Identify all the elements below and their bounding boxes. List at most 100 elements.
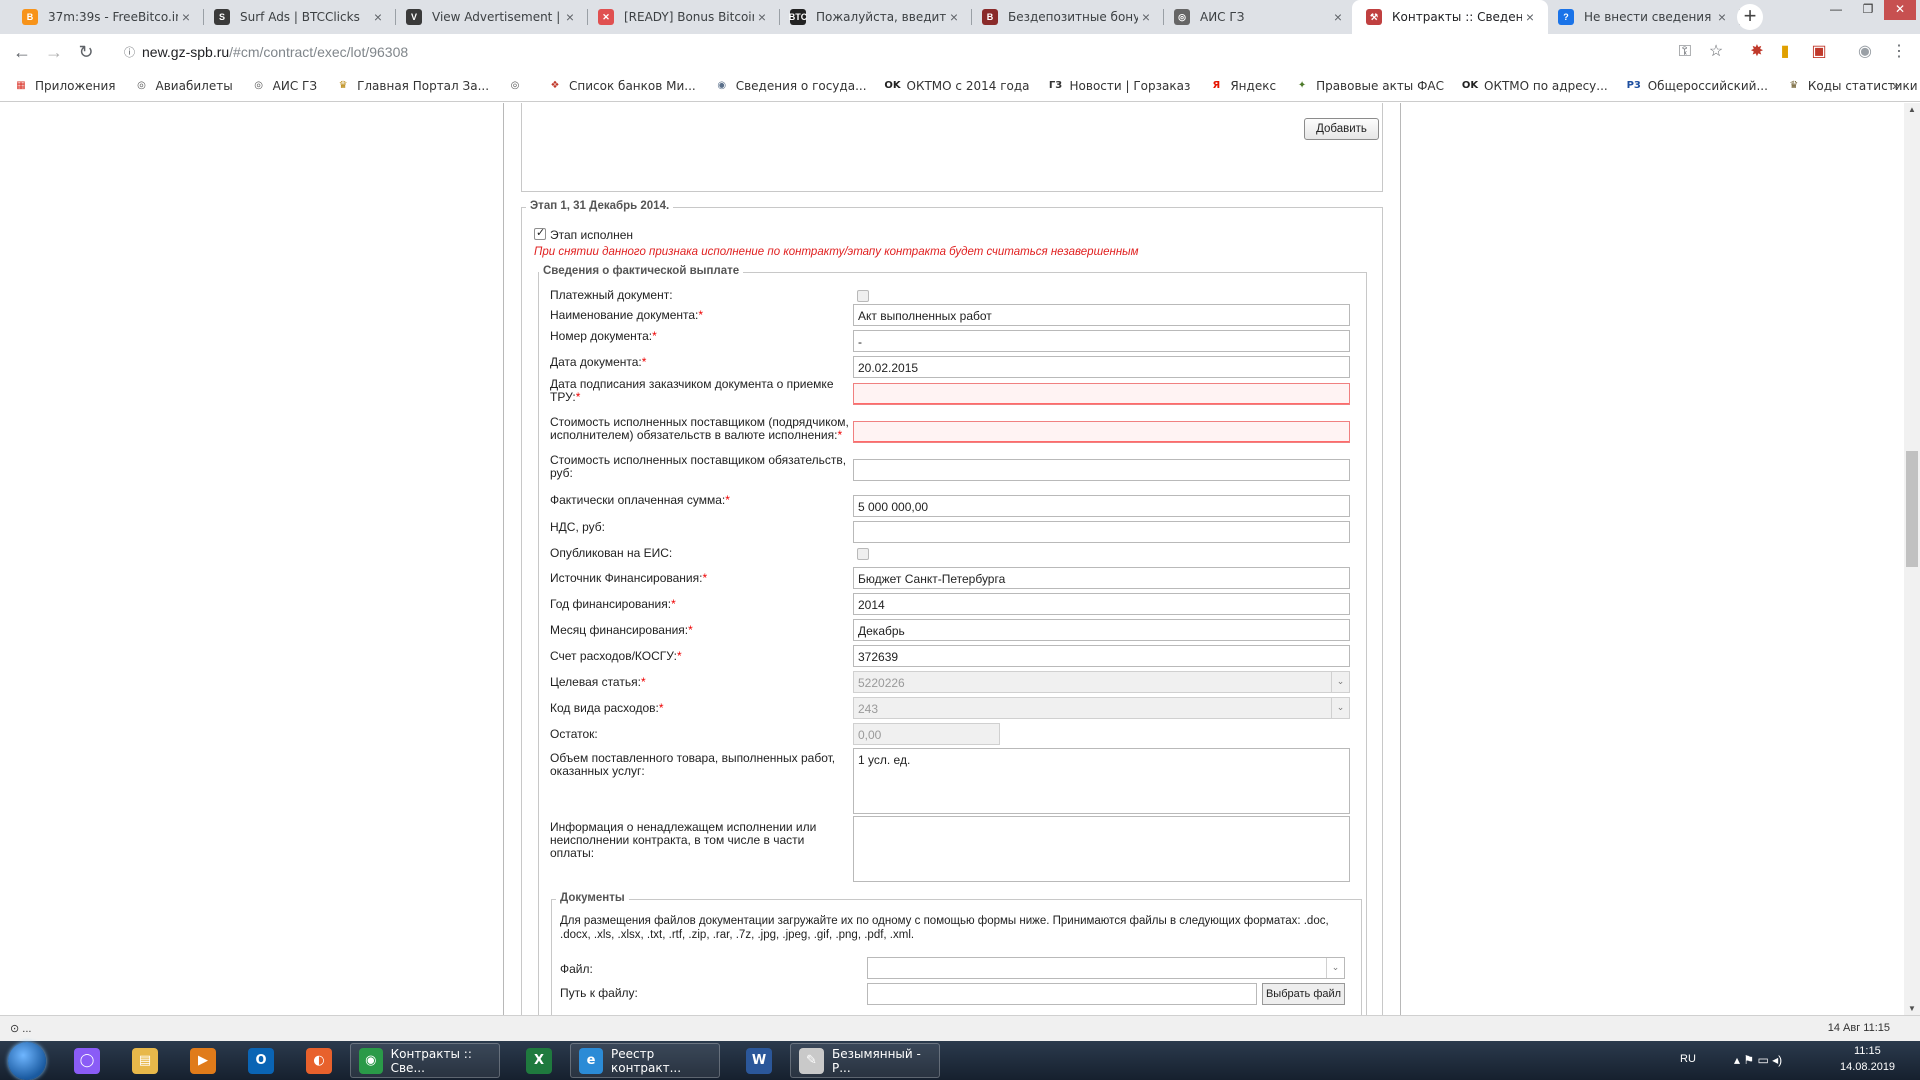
- browser-tab[interactable]: S Surf Ads | BTCClicks ×: [200, 0, 396, 34]
- choose-file-button[interactable]: Выбрать файл: [1262, 983, 1345, 1005]
- scroll-up-icon[interactable]: ▲: [1904, 105, 1920, 114]
- taskbar-app[interactable]: ▤: [118, 1043, 172, 1078]
- taskbar-app[interactable]: ✎ Безымянный - Р...: [790, 1043, 940, 1078]
- new-tab-button[interactable]: +: [1737, 4, 1763, 30]
- site-info-icon[interactable]: ⓘ: [124, 44, 138, 60]
- bookmark-item[interactable]: OK ОКТМО с 2014 года: [884, 79, 1029, 93]
- close-tab-icon[interactable]: ×: [370, 9, 386, 25]
- taskbar-app[interactable]: ▶: [176, 1043, 230, 1078]
- clock-date[interactable]: 14.08.2019: [1840, 1061, 1895, 1073]
- vat-label: НДС, руб:: [550, 520, 606, 534]
- doc-date-input[interactable]: 20.02.2015: [853, 356, 1350, 378]
- add-button[interactable]: Добавить: [1304, 118, 1379, 140]
- chevron-down-icon: ⌄: [1331, 698, 1349, 718]
- bookmark-item[interactable]: ❖ Список банков Ми...: [548, 79, 696, 93]
- reload-button[interactable]: ↻: [72, 39, 100, 65]
- tray-icons[interactable]: ▴ ⚑ ▭ ◂): [1734, 1053, 1782, 1067]
- close-tab-icon[interactable]: ×: [754, 9, 770, 25]
- cost-currency-input[interactable]: [853, 421, 1350, 443]
- bookmark-label: Список банков Ми...: [569, 78, 696, 93]
- fin-source-input[interactable]: Бюджет Санкт-Петербурга: [853, 567, 1350, 589]
- cost-rub-input[interactable]: [853, 459, 1350, 481]
- browser-tab[interactable]: B Бездепозитные бонусы×: [968, 0, 1164, 34]
- close-tab-icon[interactable]: ×: [946, 9, 962, 25]
- bookmark-item[interactable]: ♛ Коды статистики С...: [1787, 79, 1920, 93]
- bonus-bitcoin-icon: ✕: [598, 9, 614, 25]
- language-indicator[interactable]: RU: [1680, 1053, 1696, 1065]
- expense-code-select[interactable]: 243 ⌄: [853, 697, 1350, 719]
- browser-menu-icon[interactable]: ⋮: [1888, 42, 1910, 64]
- close-tab-icon[interactable]: ×: [1522, 9, 1538, 25]
- file-path-input[interactable]: [867, 983, 1257, 1005]
- bookmark-star-icon[interactable]: ☆: [1705, 42, 1727, 64]
- browser-tab[interactable]: ⚒ Контракты :: Сведения×: [1352, 0, 1548, 34]
- sign-date-input[interactable]: [853, 383, 1350, 405]
- taskbar-app[interactable]: W: [732, 1043, 786, 1078]
- browser-tab[interactable]: BTC Пожалуйста, введите р×: [776, 0, 972, 34]
- paid-sum-input[interactable]: 5 000 000,00: [853, 495, 1350, 517]
- close-window-button[interactable]: ✕: [1884, 0, 1916, 20]
- fin-year-input[interactable]: 2014: [853, 593, 1350, 615]
- close-tab-icon[interactable]: ×: [562, 9, 578, 25]
- taskbar-app[interactable]: X: [512, 1043, 566, 1078]
- bookmark-label: ОКТМО по адресу...: [1484, 78, 1608, 93]
- restore-button[interactable]: ❐: [1852, 0, 1884, 20]
- globe-icon: ◎: [254, 80, 264, 91]
- fin-year-label: Год финансирования:*: [550, 597, 676, 611]
- close-tab-icon[interactable]: ×: [178, 9, 194, 25]
- target-article-select[interactable]: 5220226 ⌄: [853, 671, 1350, 693]
- account-input[interactable]: 372639: [853, 645, 1350, 667]
- improper-textarea[interactable]: [853, 816, 1350, 882]
- bookmark-item[interactable]: ✦ Правовые акты ФАС: [1295, 79, 1444, 93]
- browser-tab[interactable]: ✕ [READY] Bonus Bitcoin - ×: [584, 0, 780, 34]
- bookmark-item[interactable]: ◎: [508, 79, 529, 93]
- forward-button[interactable]: →: [40, 39, 68, 65]
- pdf-extension-icon[interactable]: ▣: [1808, 42, 1830, 64]
- taskbar-app[interactable]: ◯: [60, 1043, 114, 1078]
- back-button[interactable]: ←: [8, 39, 36, 65]
- profile-avatar-icon[interactable]: ◉: [1854, 42, 1876, 64]
- doc-number-input[interactable]: -: [853, 330, 1350, 352]
- stage-done-checkbox[interactable]: [534, 226, 546, 240]
- file-select[interactable]: ⌄: [867, 957, 1345, 979]
- taskbar-app[interactable]: O: [234, 1043, 288, 1078]
- extension-flag-icon[interactable]: ▮: [1774, 42, 1796, 64]
- taskbar-app[interactable]: e Реестр контракт...: [570, 1043, 720, 1078]
- bookmark-item[interactable]: ▦ Приложения: [14, 79, 115, 93]
- taskbar-app[interactable]: ◐: [292, 1043, 346, 1078]
- fin-month-input[interactable]: Декабрь: [853, 619, 1350, 641]
- close-tab-icon[interactable]: ×: [1714, 9, 1730, 25]
- bookmark-item[interactable]: Г3 Новости | Горзаказ: [1049, 79, 1191, 93]
- bookmark-item[interactable]: ◎ Авиабилеты: [135, 79, 233, 93]
- extension-icon[interactable]: ✸: [1746, 42, 1768, 64]
- close-tab-icon[interactable]: ×: [1330, 9, 1346, 25]
- bookmark-item[interactable]: OK ОКТМО по адресу...: [1462, 78, 1608, 93]
- browser-tab[interactable]: V View Advertisement | BT×: [392, 0, 588, 34]
- bookmarks-overflow-icon[interactable]: »: [1892, 77, 1900, 93]
- bookmark-item[interactable]: ◎ АИС ГЗ: [252, 79, 317, 93]
- vat-input[interactable]: [853, 521, 1350, 543]
- doc-name-input[interactable]: Акт выполненных работ: [853, 304, 1350, 326]
- volume-textarea[interactable]: 1 усл. ед.: [853, 748, 1350, 814]
- start-button[interactable]: [8, 1042, 46, 1080]
- address-bar[interactable]: ⓘ new.gz-spb.ru/#cm/contract/exec/lot/96…: [110, 38, 1724, 66]
- published-checkbox[interactable]: [857, 548, 869, 560]
- scrollbar-thumb[interactable]: [1906, 451, 1918, 567]
- close-tab-icon[interactable]: ×: [1138, 9, 1154, 25]
- bookmark-item[interactable]: ◉ Сведения о госуда...: [715, 79, 866, 93]
- browser-tab[interactable]: ◎ АИС ГЗ ×: [1160, 0, 1356, 34]
- fin-month-label: Месяц финансирования:*: [550, 623, 693, 637]
- scroll-down-icon[interactable]: ▼: [1904, 1004, 1920, 1013]
- taskbar-app[interactable]: ◉ Контракты :: Све...: [350, 1043, 500, 1078]
- bookmark-item[interactable]: P3 Общероссийский...: [1627, 79, 1768, 93]
- gorzakaz-icon: Г3: [1048, 80, 1063, 91]
- page-scrollbar[interactable]: ▲ ▼: [1904, 103, 1920, 1015]
- bookmark-item[interactable]: ♛ Главная Портал За...: [336, 79, 489, 93]
- bookmark-item[interactable]: Я Яндекс: [1209, 79, 1276, 93]
- browser-tab[interactable]: ? Не внести сведения об×: [1544, 0, 1740, 34]
- clock-time[interactable]: 11:15: [1854, 1045, 1881, 1057]
- minimize-button[interactable]: —: [1820, 0, 1852, 20]
- key-icon[interactable]: ⚿: [1674, 42, 1696, 64]
- payment-doc-checkbox[interactable]: [857, 290, 869, 302]
- browser-tab[interactable]: B 37m:39s - FreeBitco.in - ×: [8, 0, 204, 34]
